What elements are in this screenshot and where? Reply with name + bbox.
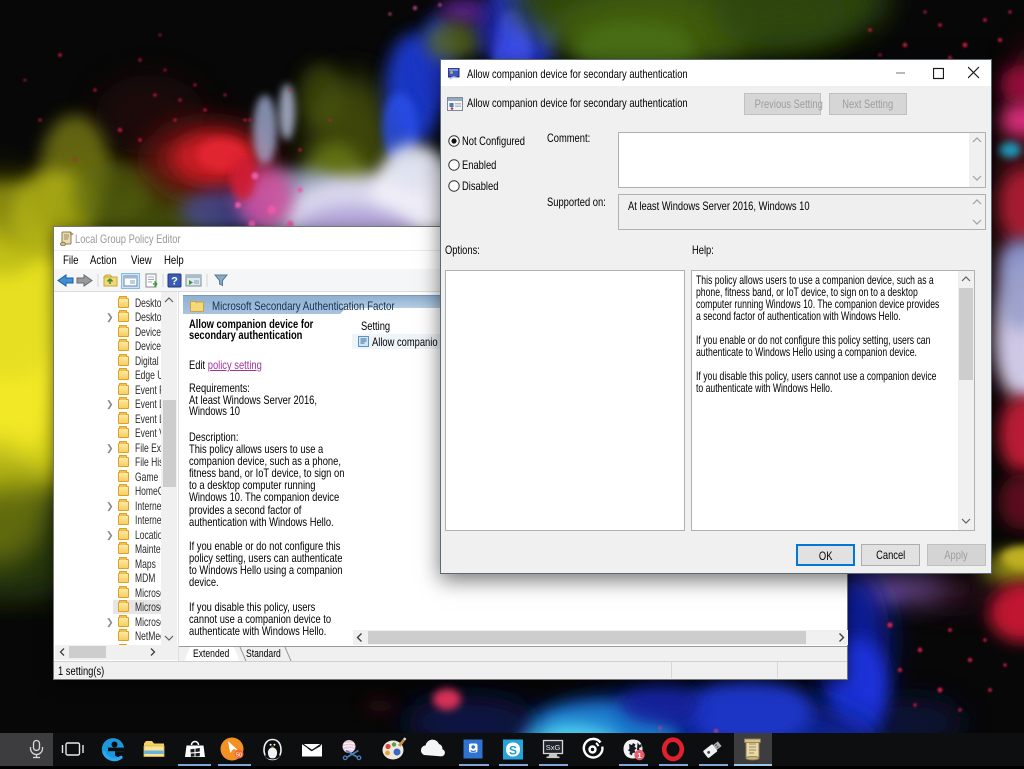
svg-text:50: 50 — [236, 753, 242, 759]
svg-text:?: ? — [171, 276, 178, 288]
svg-text:1: 1 — [637, 751, 641, 760]
svg-text:SxG: SxG — [546, 743, 561, 752]
svg-text:S: S — [509, 744, 517, 758]
